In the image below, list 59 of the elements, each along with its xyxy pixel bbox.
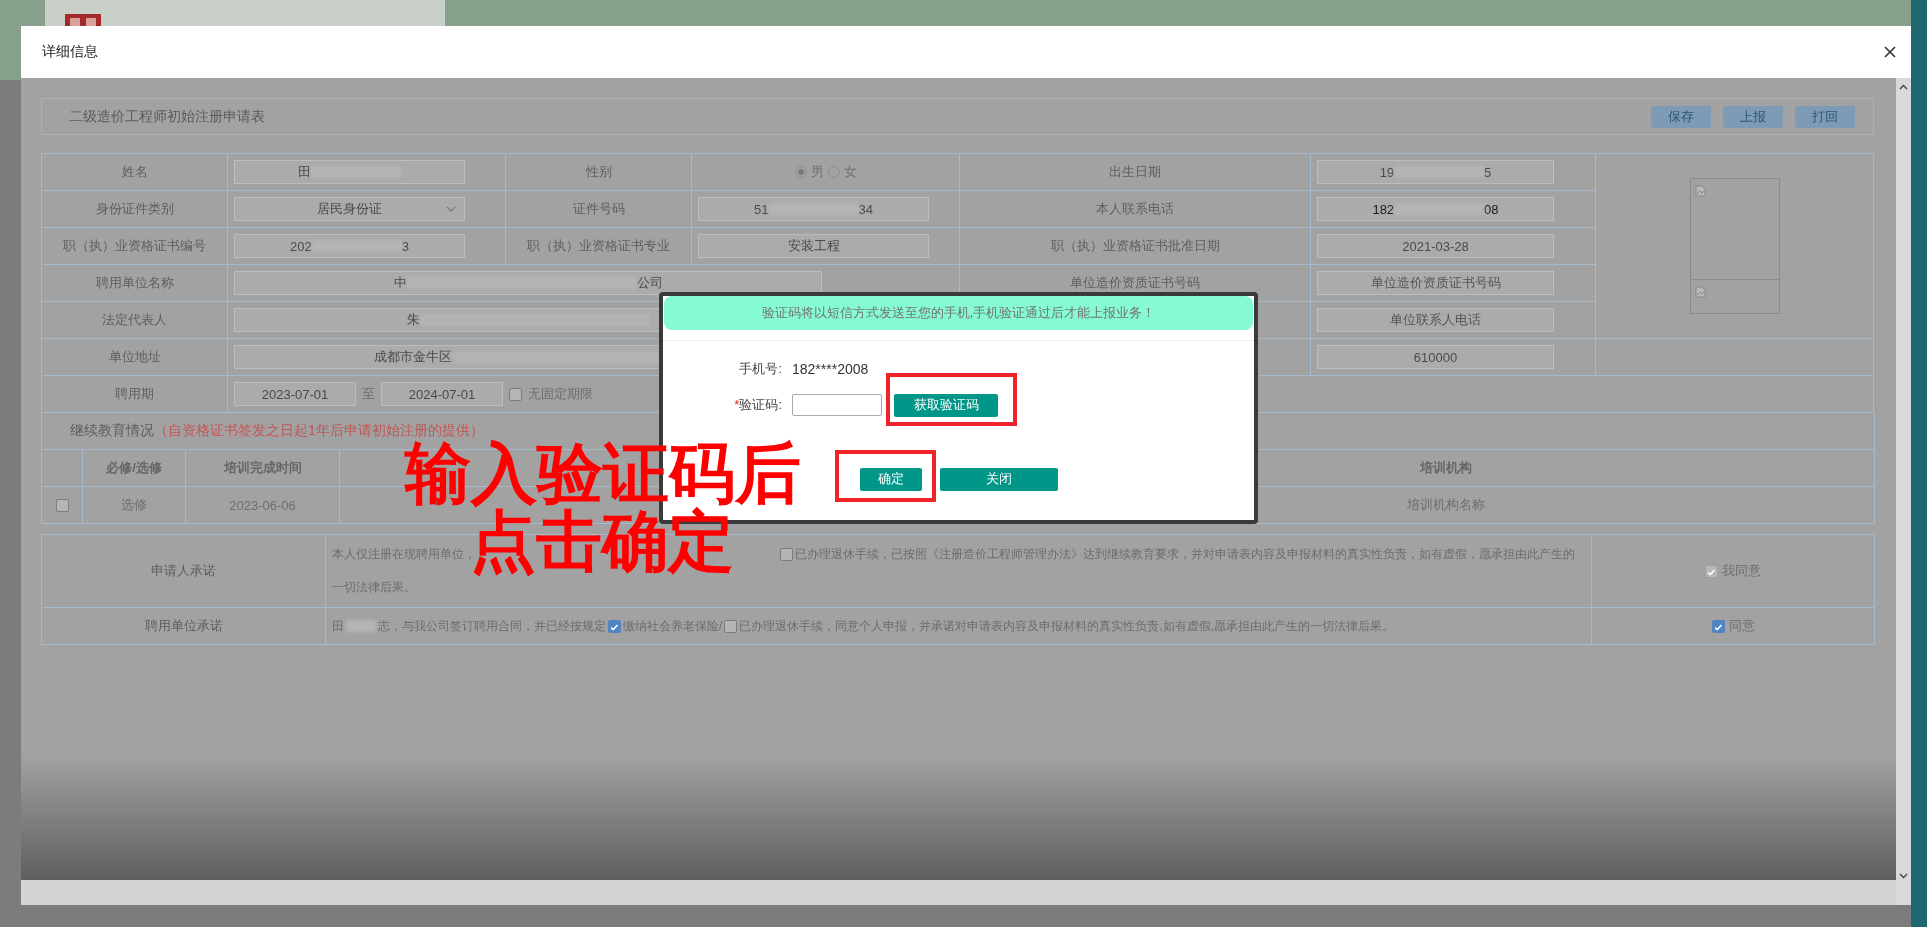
field-label: 本人联系电话 — [1096, 200, 1174, 218]
column-header: 必修/选修 — [106, 459, 162, 477]
checkbox[interactable] — [724, 619, 738, 633]
confirm-button[interactable]: 确定 — [860, 467, 922, 491]
send-code-button[interactable]: 获取验证码 — [894, 393, 998, 417]
column-header: 培训完成时间 — [223, 459, 302, 477]
select-field[interactable]: 居民身份证 — [234, 197, 465, 221]
text-field[interactable]: 安装工程 — [698, 234, 929, 258]
checkbox[interactable] — [608, 619, 621, 633]
text-field[interactable]: 610000 — [1317, 345, 1554, 369]
action-button[interactable]: 上报 — [1723, 105, 1783, 128]
checkbox[interactable] — [1711, 619, 1725, 633]
logo-icon — [65, 14, 101, 26]
pledge-label: 申请人承诺 — [151, 562, 216, 580]
text-field[interactable]: 中 公司 — [234, 271, 822, 295]
broken-image-icon — [1694, 286, 1706, 298]
field-label: 性别 — [585, 163, 612, 181]
field-label: *验证码: — [733, 396, 782, 414]
checkbox[interactable] — [55, 498, 69, 512]
section-note: （自资格证书签发之日起1年后申请初始注册的提供） — [154, 422, 484, 440]
field-label: 职（执）业资格证书批准日期 — [1050, 237, 1220, 255]
column-header: 培训机构 — [1420, 459, 1472, 477]
action-button[interactable]: 打回 — [1795, 105, 1855, 128]
checkbox[interactable] — [780, 548, 793, 561]
text-field[interactable]: 单位造价资质证书号码 — [1317, 271, 1554, 295]
field-label: 单位造价资质证书号码 — [1070, 274, 1200, 292]
field-label: 出生日期 — [1109, 163, 1161, 181]
code-input-field[interactable] — [792, 394, 882, 416]
chevron-down-icon — [446, 206, 456, 212]
field-label: 身份证件类别 — [95, 200, 174, 218]
date-field[interactable]: 2024-07-01 — [381, 382, 503, 406]
field-label: 聘用期 — [115, 385, 154, 403]
text-field[interactable]: 单位联系人电话 — [1317, 308, 1554, 332]
text-field[interactable]: 2021-03-28 — [1317, 234, 1554, 258]
field-label: 职（执）业资格证书编号 — [63, 237, 206, 255]
date-field[interactable]: 2023-07-01 — [234, 382, 356, 406]
section-title: 继续教育情况 — [70, 422, 154, 440]
action-button[interactable]: 保存 — [1651, 105, 1711, 128]
text-field[interactable]: 田 — [234, 160, 465, 184]
text-field[interactable]: 19 5 — [1317, 160, 1554, 184]
checkbox[interactable] — [509, 387, 522, 401]
close-button[interactable]: 关闭 — [940, 467, 1058, 491]
field-label: 证件号码 — [572, 200, 625, 218]
field-label: 聘用单位名称 — [95, 274, 174, 292]
field-label: 单位地址 — [108, 348, 161, 366]
scroll-up-icon[interactable] — [1899, 84, 1908, 90]
text-field[interactable]: 182 08 — [1317, 197, 1554, 221]
scroll-down-icon[interactable] — [1899, 873, 1908, 879]
notice-banner: 验证码将以短信方式发送至您的手机,手机验证通过后才能上报业务！ — [664, 296, 1253, 330]
field-label: 姓名 — [121, 163, 148, 181]
text-field[interactable]: 202 3 — [234, 234, 465, 258]
pledge-label: 聘用单位承诺 — [144, 617, 223, 635]
broken-image-icon — [1694, 185, 1706, 197]
close-icon[interactable] — [1883, 45, 1897, 59]
text-field[interactable]: 51 34 — [698, 197, 929, 221]
scrollbar[interactable] — [1896, 78, 1911, 905]
field-label: 法定代表人 — [102, 311, 167, 329]
modal-title: 详细信息 — [42, 43, 98, 61]
field-label: 职（执）业资格证书专业 — [527, 237, 670, 255]
